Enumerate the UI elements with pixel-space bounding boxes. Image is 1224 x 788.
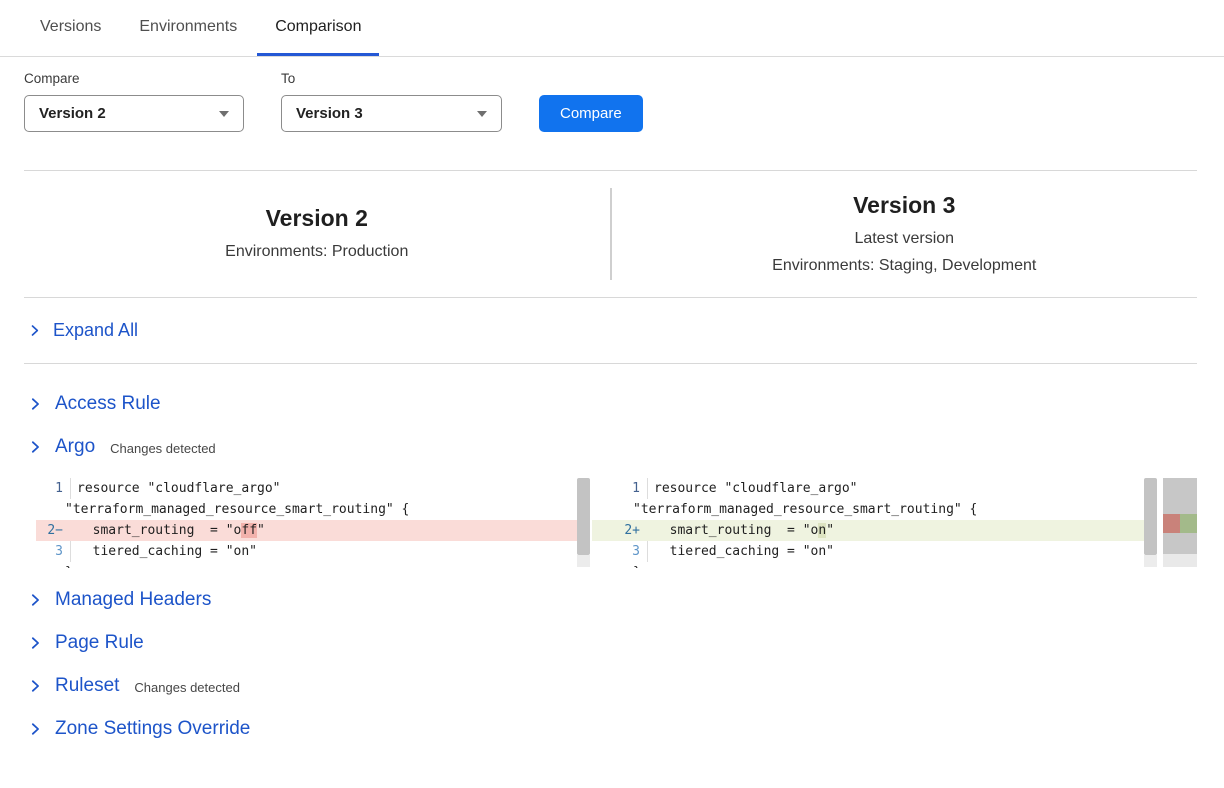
expand-all-button[interactable]: Expand All bbox=[0, 298, 1224, 363]
tab-versions[interactable]: Versions bbox=[22, 0, 119, 56]
compare-label: Compare bbox=[24, 71, 244, 86]
diff-left-code: 1resource "cloudflare_argo""terraform_ma… bbox=[36, 478, 590, 568]
diff-line: 3 tiered_caching = "on" bbox=[592, 541, 1157, 562]
chevron-right-icon bbox=[28, 722, 42, 736]
chevron-right-icon bbox=[28, 593, 42, 607]
section-managed-headers[interactable]: Managed Headers bbox=[0, 578, 1224, 621]
chevron-right-icon bbox=[28, 636, 42, 650]
section-title: Page Rule bbox=[55, 632, 144, 654]
section-title: Argo bbox=[55, 436, 95, 458]
left-version-environments: Environments: Production bbox=[225, 238, 408, 265]
section-access-rule[interactable]: Access Rule bbox=[0, 382, 1224, 425]
version-headers: Version 2 Environments: Production Versi… bbox=[24, 171, 1197, 297]
diff-line: "terraform_managed_resource_smart_routin… bbox=[592, 499, 1157, 520]
scrollbar-track bbox=[577, 555, 590, 567]
compare-from-field: Compare Version 2 bbox=[24, 71, 244, 132]
diff-line: "terraform_managed_resource_smart_routin… bbox=[36, 499, 590, 520]
changes-detected-badge: Changes detected bbox=[134, 680, 240, 695]
version-right-header: Version 3 Latest version Environments: S… bbox=[612, 171, 1198, 297]
right-version-title: Version 3 bbox=[853, 190, 955, 220]
argo-diff-viewer: 1resource "cloudflare_argo""terraform_ma… bbox=[36, 478, 1224, 568]
compare-to-field: To Version 3 bbox=[281, 71, 502, 132]
compare-to-value: Version 3 bbox=[296, 105, 363, 122]
line-number: 1 bbox=[36, 478, 71, 499]
tab-comparison[interactable]: Comparison bbox=[257, 0, 379, 56]
diff-line: 3 tiered_caching = "on" bbox=[36, 541, 590, 562]
diff-overview-minimap[interactable] bbox=[1163, 478, 1197, 568]
chevron-down-icon bbox=[219, 111, 229, 117]
tab-bar: Versions Environments Comparison bbox=[0, 0, 1224, 57]
minimap-added-marker bbox=[1180, 514, 1197, 533]
changes-detected-badge: Changes detected bbox=[110, 441, 216, 456]
expand-all-label: Expand All bbox=[53, 320, 138, 341]
section-title: Managed Headers bbox=[55, 589, 211, 611]
chevron-down-icon bbox=[477, 111, 487, 117]
diff-right-code: 1resource "cloudflare_argo""terraform_ma… bbox=[592, 478, 1157, 568]
compare-controls: Compare Version 2 To Version 3 Compare bbox=[0, 57, 1224, 132]
diff-line: 1resource "cloudflare_argo" bbox=[36, 478, 590, 499]
section-page-rule[interactable]: Page Rule bbox=[0, 621, 1224, 664]
chevron-right-icon bbox=[28, 397, 42, 411]
line-number: 3 bbox=[36, 541, 71, 562]
version-comparison-page: Versions Environments Comparison Compare… bbox=[0, 0, 1224, 750]
scrollbar-track bbox=[1144, 555, 1157, 567]
section-zone-settings-override[interactable]: Zone Settings Override bbox=[0, 707, 1224, 750]
line-number: 3 bbox=[592, 541, 648, 562]
diff-line: 2− smart_routing = "off" bbox=[36, 520, 590, 541]
scrollbar-thumb[interactable] bbox=[1144, 478, 1157, 555]
left-scrollbar[interactable] bbox=[577, 478, 590, 568]
version-left-header: Version 2 Environments: Production bbox=[24, 171, 610, 297]
chevron-right-icon bbox=[28, 324, 41, 337]
diff-left-panel: 1resource "cloudflare_argo""terraform_ma… bbox=[36, 478, 590, 568]
scrollbar-thumb[interactable] bbox=[577, 478, 590, 555]
section-title: Access Rule bbox=[55, 393, 161, 415]
compare-from-select[interactable]: Version 2 bbox=[24, 95, 244, 132]
section-argo[interactable]: Argo Changes detected bbox=[0, 425, 1224, 468]
line-number: 2+ bbox=[592, 520, 648, 541]
section-title: Zone Settings Override bbox=[55, 718, 250, 740]
chevron-right-icon bbox=[28, 440, 42, 454]
diff-line: 2+ smart_routing = "on" bbox=[592, 520, 1157, 541]
diff-line: } bbox=[36, 562, 590, 568]
compare-to-select[interactable]: Version 3 bbox=[281, 95, 502, 132]
minimap-removed-marker bbox=[1163, 514, 1180, 533]
minimap-change-band bbox=[1163, 514, 1197, 533]
section-ruleset[interactable]: Ruleset Changes detected bbox=[0, 664, 1224, 707]
section-title: Ruleset bbox=[55, 675, 119, 697]
resource-sections: Access Rule Argo Changes detected 1resou… bbox=[0, 364, 1224, 750]
diff-right-panel: 1resource "cloudflare_argo""terraform_ma… bbox=[592, 478, 1157, 568]
right-version-environments: Environments: Staging, Development bbox=[772, 252, 1036, 279]
diff-line: } bbox=[592, 562, 1157, 568]
compare-from-value: Version 2 bbox=[39, 105, 106, 122]
chevron-right-icon bbox=[28, 679, 42, 693]
line-number: 2− bbox=[36, 520, 71, 541]
line-number: 1 bbox=[592, 478, 648, 499]
tab-environments[interactable]: Environments bbox=[121, 0, 255, 56]
left-version-title: Version 2 bbox=[266, 203, 368, 233]
diff-line: 1resource "cloudflare_argo" bbox=[592, 478, 1157, 499]
compare-button[interactable]: Compare bbox=[539, 95, 643, 132]
to-label: To bbox=[281, 71, 502, 86]
minimap-lower-region bbox=[1163, 554, 1197, 567]
right-version-latest-label: Latest version bbox=[854, 225, 954, 252]
right-scrollbar[interactable] bbox=[1144, 478, 1157, 568]
